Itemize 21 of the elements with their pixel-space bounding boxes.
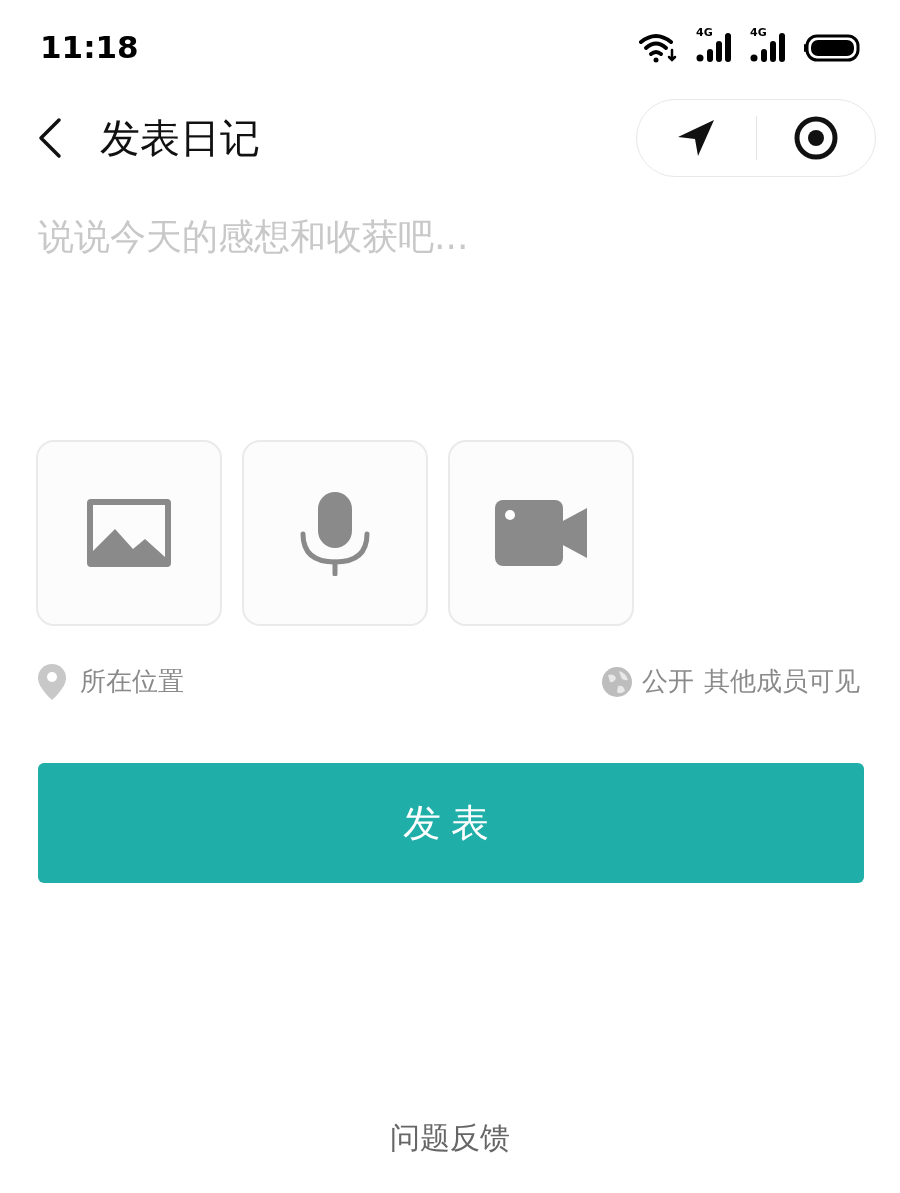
location-button[interactable]: 所在位置: [38, 662, 184, 701]
attachment-tile[interactable]: [36, 440, 222, 626]
network-label: 4G: [696, 26, 713, 38]
target-icon: [792, 114, 839, 161]
microphone-icon: [299, 490, 371, 576]
globe-icon: [602, 666, 632, 697]
feedback-link[interactable]: 问题反馈: [390, 1115, 510, 1160]
battery-icon: [804, 33, 860, 62]
pin-icon: [38, 663, 66, 700]
attachment-tile[interactable]: [448, 440, 634, 626]
visibility-button[interactable]: 公开 其他成员可见: [602, 662, 860, 701]
video-camera-icon: [495, 500, 587, 566]
navigation-icon: [676, 117, 717, 158]
image-icon: [87, 499, 171, 567]
network-label: 4G: [750, 26, 767, 38]
wifi-icon: [638, 31, 678, 64]
attachment-tile[interactable]: [242, 440, 428, 626]
publish-button[interactable]: 发表: [38, 763, 864, 883]
status-time: 11:18: [40, 28, 139, 68]
page-title: 发表日记: [100, 113, 260, 163]
back-icon: [38, 116, 62, 159]
